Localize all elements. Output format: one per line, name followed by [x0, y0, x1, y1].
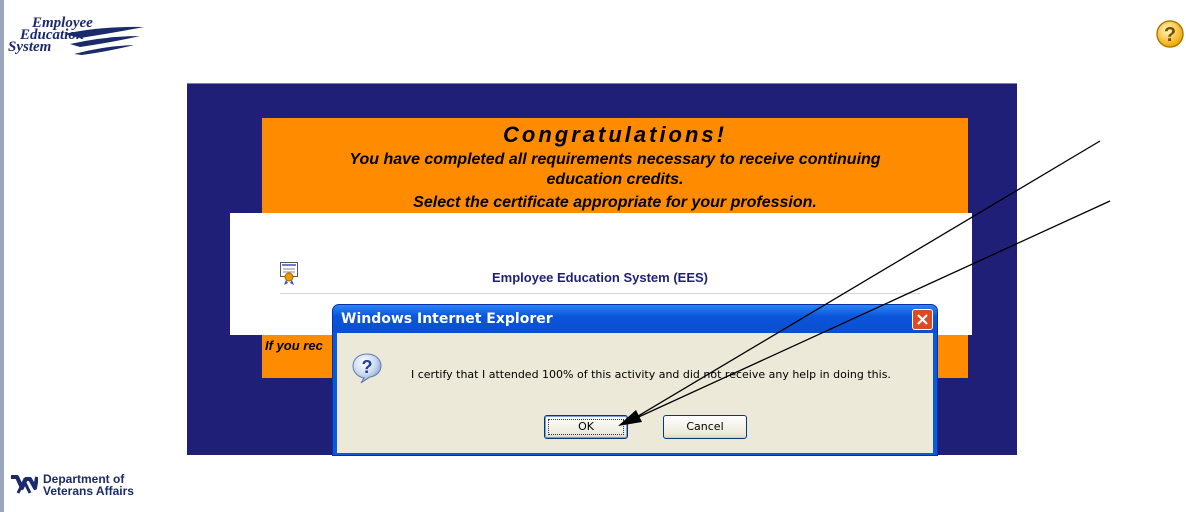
svg-text:?: ? — [362, 357, 373, 377]
logo-line-system: System — [8, 39, 52, 55]
dialog-body: ? I certify that I attended 100% of this… — [337, 333, 933, 453]
ok-button[interactable]: OK — [544, 415, 628, 439]
close-icon — [917, 314, 928, 325]
cancel-button-label: Cancel — [686, 420, 724, 433]
help-question-icon[interactable]: ? — [1155, 18, 1185, 50]
certificate-link-ees[interactable]: Employee Education System (EES) — [280, 270, 920, 285]
banner-line-1: You have completed all requirements nece… — [349, 151, 881, 168]
dialog-title: Windows Internet Explorer — [341, 311, 553, 327]
va-logo: Department of Veterans Affairs — [10, 473, 150, 503]
banner-bottom-text: If you rec — [265, 338, 323, 353]
ees-logo: Employee Education System — [8, 16, 148, 64]
dialog-message: I certify that I attended 100% of this a… — [411, 368, 891, 381]
svg-text:?: ? — [1164, 24, 1176, 46]
left-border — [0, 0, 4, 512]
dialog-titlebar[interactable]: Windows Internet Explorer — [333, 305, 937, 333]
certificate-row: Employee Education System (EES) — [280, 253, 920, 294]
question-icon: ? — [351, 352, 383, 384]
banner-line-3: Select the certificate appropriate for y… — [413, 194, 817, 211]
cancel-button[interactable]: Cancel — [663, 415, 747, 439]
va-seal-icon — [11, 475, 38, 494]
congratulations-title: Congratulations! — [503, 122, 727, 147]
ie-confirm-dialog: Windows Internet Explorer ? I certify th… — [332, 304, 938, 456]
banner-line-2: education credits. — [546, 171, 684, 188]
va-line-2: Veterans Affairs — [43, 484, 134, 498]
focus-rect — [548, 419, 624, 435]
logo-swoosh-icon — [64, 26, 144, 55]
dialog-close-button[interactable] — [912, 309, 933, 330]
